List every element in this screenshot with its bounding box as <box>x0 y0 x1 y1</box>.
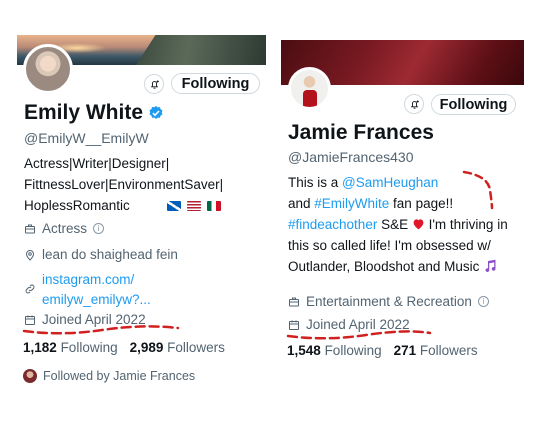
joined-date: Joined April 2022 <box>42 312 146 327</box>
bell-plus-icon <box>150 79 159 89</box>
display-name: Emily White <box>24 101 164 125</box>
bio-text: This is a <box>288 175 343 190</box>
location-row: lean do shaighead fein <box>24 247 178 262</box>
follow-stats: 1,182 Following 2,989 Followers <box>23 340 225 355</box>
category-text: Entertainment & Recreation <box>306 294 472 309</box>
follower-avatar <box>23 369 37 383</box>
bio-text: fan page!! <box>389 196 454 211</box>
following-count: 1,182 <box>23 340 57 355</box>
mexico-flag-icon <box>206 201 221 212</box>
following-label: Following <box>324 343 382 358</box>
followed-by-text: Followed by Jamie Frances <box>43 369 196 383</box>
follow-stats: 1,548 Following 271 Followers <box>287 343 478 358</box>
followers-stat[interactable]: 2,989 Followers <box>130 340 225 355</box>
handle: @JamieFrances430 <box>288 149 414 165</box>
following-count: 1,548 <box>287 343 321 358</box>
calendar-icon <box>25 315 35 325</box>
followers-stat[interactable]: 271 Followers <box>394 343 478 358</box>
bio: Actress|Writer|Designer| FittnessLover|E… <box>24 153 264 216</box>
briefcase-icon <box>289 297 299 306</box>
hashtag-link[interactable]: #findeachother <box>288 217 377 232</box>
category-row: Entertainment & Recreation i <box>288 294 489 309</box>
followers-label: Followers <box>167 340 225 355</box>
bio-text: and <box>288 196 315 211</box>
notification-bell-button[interactable] <box>404 94 424 114</box>
hashtag-link[interactable]: #EmilyWhite <box>314 196 389 211</box>
bio: This is a @SamHeughan and #EmilyWhite fa… <box>288 172 528 277</box>
following-button[interactable]: Following <box>431 94 516 115</box>
display-name-text: Jamie Frances <box>288 121 434 144</box>
display-name-text: Emily White <box>24 101 144 124</box>
joined-row: Joined April 2022 <box>24 312 146 327</box>
category-text: Actress <box>42 221 88 236</box>
bio-line: HoplessRomantic <box>24 198 130 213</box>
followers-label: Followers <box>419 343 478 358</box>
link-icon <box>25 284 35 294</box>
info-icon[interactable]: i <box>93 223 105 234</box>
bio-line-flags: HoplessRomantic <box>24 195 264 216</box>
heart-emoji <box>413 219 424 230</box>
website-row: instagram.com/ emilyw_emilyw?... <box>24 270 151 310</box>
category-row: Actress i <box>24 221 105 236</box>
bio-line: Actress|Writer|Designer| <box>24 156 170 171</box>
followers-count: 271 <box>393 343 417 358</box>
joined-date: Joined April 2022 <box>306 317 410 332</box>
bio-text: S&E <box>377 217 412 232</box>
following-button[interactable]: Following <box>171 73 260 94</box>
briefcase-icon <box>25 224 35 233</box>
music-notes-emoji <box>485 259 496 272</box>
display-name: Jamie Frances <box>288 121 434 145</box>
scotland-flag-icon <box>167 201 182 212</box>
followers-count: 2,989 <box>129 340 164 355</box>
verified-badge-icon <box>149 106 163 119</box>
profile-card-jamie: Following Jamie Frances @JamieFrances430… <box>270 0 540 432</box>
calendar-icon <box>289 320 299 330</box>
website-link-line[interactable]: emilyw_emilyw?... <box>42 290 151 310</box>
handle: @EmilyW__EmilyW <box>24 130 149 146</box>
bio-line: FittnessLover|EnvironmentSaver| <box>24 177 224 192</box>
website-link[interactable]: instagram.com/ emilyw_emilyw?... <box>42 270 151 310</box>
us-flag-icon <box>187 201 202 212</box>
mention-link[interactable]: @SamHeughan <box>342 175 438 190</box>
notification-bell-button[interactable] <box>144 74 164 94</box>
location-text: lean do shaighead fein <box>42 247 178 262</box>
following-stat[interactable]: 1,182 Following <box>23 340 118 355</box>
followed-by-row[interactable]: Followed by Jamie Frances <box>23 369 195 383</box>
avatar[interactable] <box>288 67 331 110</box>
following-stat[interactable]: 1,548 Following <box>287 343 382 358</box>
website-link-line[interactable]: instagram.com/ <box>42 270 151 290</box>
bell-plus-icon <box>410 99 419 109</box>
profile-card-emily: Following Emily White @EmilyW__EmilyW Ac… <box>0 0 270 432</box>
location-pin-icon <box>25 249 35 261</box>
following-label: Following <box>60 340 118 355</box>
joined-row: Joined April 2022 <box>288 317 410 332</box>
avatar[interactable] <box>23 44 73 94</box>
info-icon[interactable]: i <box>477 296 489 307</box>
